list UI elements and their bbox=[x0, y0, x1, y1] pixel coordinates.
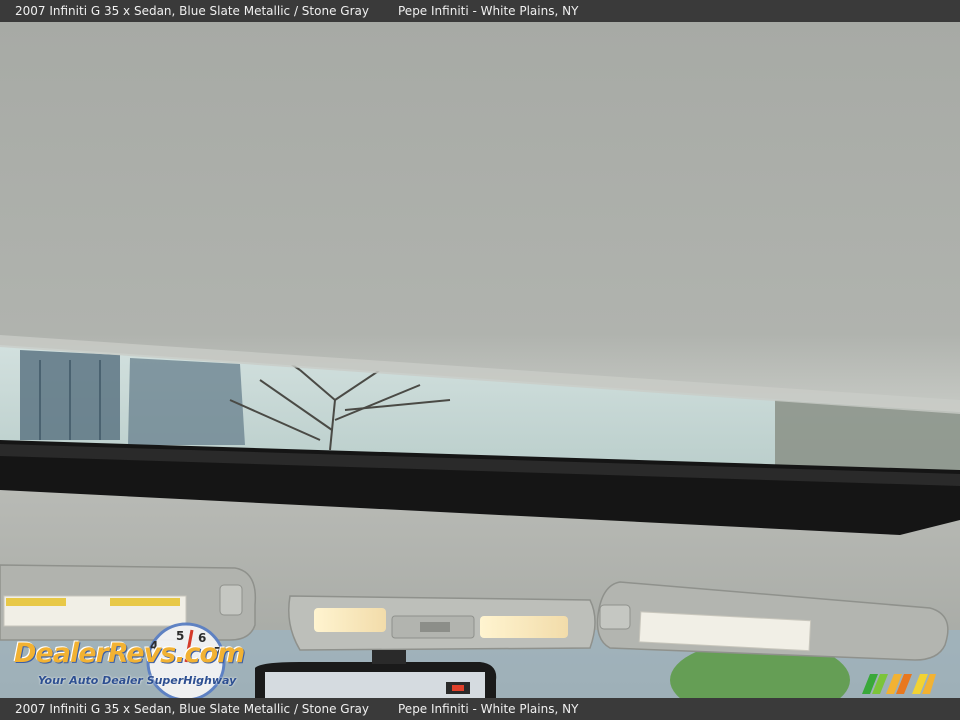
sunroof-photo: 4 5 6 7 bbox=[0, 0, 960, 720]
top-caption-bar: 2007 Infiniti G 35 x Sedan, Blue Slate M… bbox=[0, 0, 960, 22]
overhead-console bbox=[288, 595, 596, 651]
building-2 bbox=[128, 358, 245, 445]
car-title-bottom: 2007 Infiniti G 35 x Sedan, Blue Slate M… bbox=[15, 702, 369, 716]
logo-tagline: Your Auto Dealer SuperHighway bbox=[38, 674, 237, 687]
map-light-left bbox=[314, 608, 386, 632]
speed-stripes-icon bbox=[862, 674, 936, 694]
car-title: 2007 Infiniti G 35 x Sedan, Blue Slate M… bbox=[15, 4, 369, 18]
bottom-caption-bar: 2007 Infiniti G 35 x Sedan, Blue Slate M… bbox=[0, 698, 960, 720]
dealerrevs-logo: DealerRevs.com Your Auto Dealer SuperHig… bbox=[8, 622, 268, 696]
photo-page: 2007 Infiniti G 35 x Sedan, Blue Slate M… bbox=[0, 0, 960, 720]
dealer-name: Pepe Infiniti - White Plains, NY bbox=[398, 4, 579, 18]
map-light-right bbox=[480, 616, 568, 638]
dealer-name-bottom: Pepe Infiniti - White Plains, NY bbox=[398, 702, 579, 716]
logo-text: DealerRevs.com bbox=[14, 638, 245, 669]
